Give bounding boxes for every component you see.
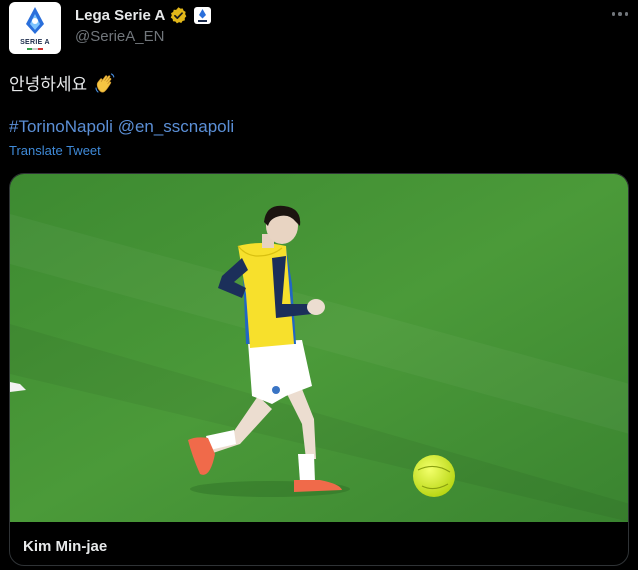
translate-tweet-link[interactable]: Translate Tweet	[9, 143, 101, 158]
account-handle[interactable]: @SerieA_EN	[75, 28, 164, 45]
mention-link[interactable]: @en_sscnapoli	[118, 117, 235, 136]
display-name[interactable]: Lega Serie A	[75, 7, 165, 24]
tweet-links: #TorinoNapoli @en_sscnapoli	[9, 117, 234, 137]
tweet-text: 안녕하세요	[9, 70, 117, 95]
tweet-text-body: 안녕하세요	[9, 75, 88, 94]
player-warmup-photo[interactable]	[10, 174, 628, 522]
media-card[interactable]: Kim Min-jae	[9, 173, 629, 566]
photo-scene	[10, 174, 628, 522]
account-avatar[interactable]: SERIE A	[9, 2, 61, 54]
gold-verified-badge-icon[interactable]	[169, 6, 188, 25]
more-options-icon[interactable]	[607, 4, 633, 24]
serie-a-affiliate-badge-icon[interactable]	[194, 6, 212, 24]
hashtag-link[interactable]: #TorinoNapoli	[9, 117, 113, 136]
avatar-tricolor	[27, 48, 43, 50]
media-caption: Kim Min-jae	[23, 538, 108, 555]
account-name-row: Lega Serie A	[75, 5, 212, 25]
waving-hand-icon	[95, 72, 115, 93]
